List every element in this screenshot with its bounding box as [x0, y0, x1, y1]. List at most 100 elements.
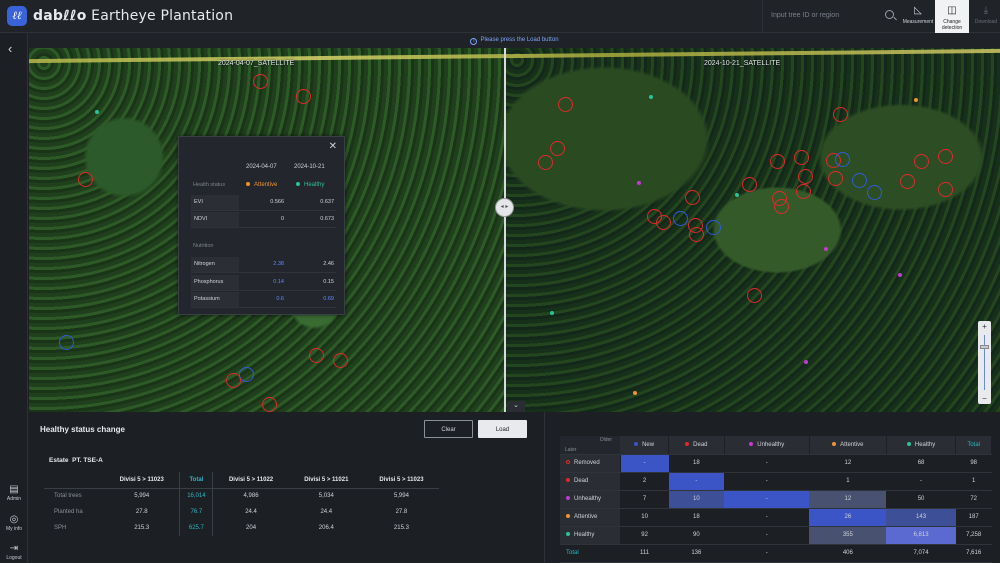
tree-dot[interactable]	[95, 110, 99, 114]
collapse-sidebar-icon[interactable]: ‹	[8, 41, 12, 56]
tree-dot[interactable]	[898, 273, 902, 277]
measurement-button[interactable]: ◺ Measurement	[901, 0, 935, 33]
tree-marker[interactable]	[833, 107, 848, 122]
tree-marker[interactable]	[742, 177, 757, 192]
change-detection-button[interactable]: ◫ Change detection	[935, 0, 969, 33]
ndvi-row: NDVI 0 0.673	[191, 212, 336, 228]
tree-dot[interactable]	[914, 98, 918, 102]
tree-dot[interactable]	[649, 95, 653, 99]
tree-marker[interactable]	[78, 172, 93, 187]
right-satellite-map[interactable]	[505, 48, 1000, 412]
evi-row: EVI 0.566 0.637	[191, 195, 336, 211]
tree-marker[interactable]	[538, 155, 553, 170]
col-unhealthy: Unhealthy	[724, 436, 810, 455]
clear-button[interactable]: Clear	[424, 420, 473, 438]
tree-marker[interactable]	[914, 154, 929, 169]
close-icon[interactable]: ✕	[329, 141, 337, 152]
collapse-panel-icon[interactable]: ⌄	[507, 401, 525, 412]
tree-marker[interactable]	[558, 97, 573, 112]
load-button[interactable]: Load	[478, 420, 527, 438]
tree-marker[interactable]	[296, 89, 311, 104]
tree-marker[interactable]	[938, 182, 953, 197]
tree-marker[interactable]	[867, 185, 882, 200]
tree-marker[interactable]	[835, 152, 850, 167]
table-row: Removed -18-12 68 98	[560, 454, 992, 473]
change-matrix-table: Older Later New Dead Unhealthy Attentive …	[560, 436, 992, 563]
tree-marker[interactable]	[774, 199, 789, 214]
tree-marker[interactable]	[938, 149, 953, 164]
col-healthy: Healthy	[886, 436, 957, 455]
tree-marker[interactable]	[685, 190, 700, 205]
health-status-label: Health status	[193, 182, 226, 188]
tree-dot[interactable]	[735, 193, 739, 197]
tree-marker[interactable]	[747, 288, 762, 303]
tree-marker[interactable]	[253, 74, 268, 89]
search-field[interactable]: Input tree ID or region	[762, 0, 900, 33]
tree-marker[interactable]	[796, 184, 811, 199]
load-notice: i Please press the Load button	[29, 33, 1000, 48]
zoom-slider-handle[interactable]	[980, 345, 989, 349]
table-row: Dead 2- -1-1	[560, 472, 992, 491]
tree-dot[interactable]	[804, 360, 808, 364]
tree-marker[interactable]	[59, 335, 74, 350]
tree-marker[interactable]	[226, 373, 241, 388]
download-icon: ⤓	[983, 5, 989, 16]
tree-marker[interactable]	[309, 348, 324, 363]
tree-marker[interactable]	[900, 174, 915, 189]
nutrition-label: Nutrition	[193, 243, 214, 249]
zoom-track[interactable]	[984, 335, 985, 390]
tree-marker[interactable]	[828, 171, 843, 186]
compare-divider[interactable]	[504, 48, 506, 412]
zoom-control[interactable]: + −	[978, 321, 991, 404]
tree-marker[interactable]	[770, 154, 785, 169]
nitrogen-row: Nitrogen 2.38 2.46	[191, 257, 336, 273]
tree-marker[interactable]	[239, 367, 254, 382]
tree-marker[interactable]	[333, 353, 348, 368]
split-icon: ◫	[947, 5, 957, 16]
zoom-in-button[interactable]: +	[978, 322, 991, 331]
sidebar-item-my-info[interactable]: ◎ My info	[0, 514, 28, 532]
tree-dot[interactable]	[824, 247, 828, 251]
tree-dot[interactable]	[550, 311, 554, 315]
right-date-label[interactable]: 2024-10-21_SATELLITE	[704, 60, 780, 67]
map-viewer[interactable]: i Please press the Load button 2024-04-07…	[29, 33, 1000, 412]
col-new: New	[620, 436, 670, 455]
summary-table: Divisi 5 > 11023 Total Divisi 5 > 11022 Div…	[44, 472, 439, 536]
brand-title: dabℓℓo Eartheye Plantation	[33, 8, 234, 24]
admin-icon: ▤	[9, 484, 19, 495]
tree-marker[interactable]	[794, 150, 809, 165]
logout-icon: ⇥	[9, 543, 19, 554]
sidebar-item-logout[interactable]: ⇥ Logout	[0, 543, 28, 561]
tree-marker[interactable]	[673, 211, 688, 226]
col-header-total: Total	[179, 472, 214, 489]
search-icon[interactable]	[885, 10, 894, 19]
sidebar-item-admin[interactable]: ▤ Admin	[0, 484, 28, 502]
download-button[interactable]: ⤓ Download	[969, 0, 1000, 33]
matrix-corner: Older Later	[560, 436, 620, 455]
tree-marker[interactable]	[852, 173, 867, 188]
compare-slider-handle[interactable]: ◂ ▸	[495, 198, 514, 217]
search-input[interactable]: Input tree ID or region	[771, 12, 839, 19]
app-logo[interactable]: ℓℓ	[7, 6, 27, 26]
zoom-out-button[interactable]: −	[978, 394, 991, 403]
tree-marker[interactable]	[656, 215, 671, 230]
left-date-label[interactable]: 2024-04-07_SATELLITE	[218, 60, 294, 67]
col-header: Divisi 5 > 11023	[363, 472, 439, 489]
tree-dot[interactable]	[637, 181, 641, 185]
tree-marker[interactable]	[689, 227, 704, 242]
healthy-status-panel: Healthy status change Clear Load Estate …	[29, 412, 544, 563]
phosphorus-row: Phosphorus 0.14 0.15	[191, 275, 336, 291]
col-total: Total	[955, 436, 992, 455]
table-row: Attentive 10 18-26 143 187	[560, 508, 992, 527]
potassium-row: Potassium 0.6 0.69	[191, 292, 336, 308]
tree-dot[interactable]	[633, 391, 637, 395]
table-row-total: Total 111 136-406 7,074 7,616	[560, 544, 992, 563]
col-dead: Dead	[668, 436, 725, 455]
tree-marker[interactable]	[262, 397, 277, 412]
tree-marker[interactable]	[706, 220, 721, 235]
tree-marker[interactable]	[798, 169, 813, 184]
tree-marker[interactable]	[550, 141, 565, 156]
table-row: Healthy 92 90-355 6,813 7,258	[560, 526, 992, 545]
estate-info: Estate PT. TSE-A	[49, 457, 103, 464]
popup-date-1: 2024-04-07	[246, 164, 277, 170]
